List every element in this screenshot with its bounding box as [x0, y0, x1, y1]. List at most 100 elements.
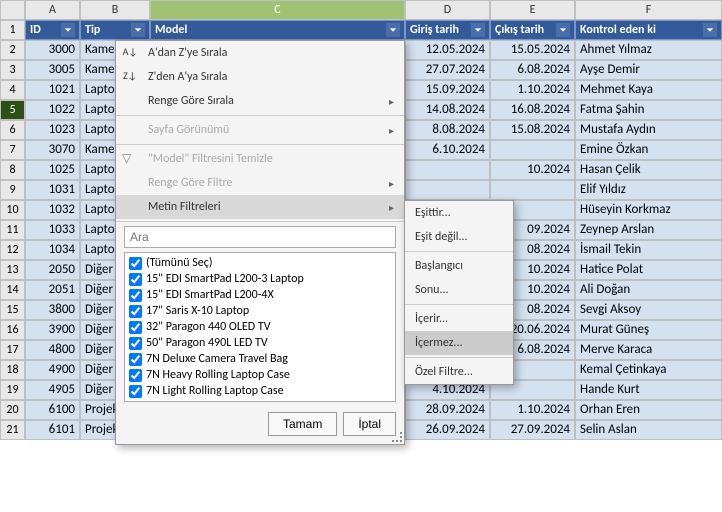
row-header[interactable]: 14 — [0, 280, 25, 300]
cell-out[interactable]: 1.10.2024 — [490, 80, 575, 100]
cell-id[interactable]: 1021 — [25, 80, 80, 100]
cell-who[interactable]: Ahmet Yılmaz — [575, 40, 722, 60]
column-header-id[interactable]: ID — [25, 20, 80, 40]
check-item[interactable]: 7N Light Rolling Laptop Case — [127, 383, 393, 399]
cell-id[interactable]: 4800 — [25, 340, 80, 360]
cell-who[interactable]: Merve Karaca — [575, 340, 722, 360]
cell-id[interactable]: 1032 — [25, 200, 80, 220]
cell-who[interactable]: İsmail Tekin — [575, 240, 722, 260]
row-header[interactable]: 6 — [0, 120, 25, 140]
row-header[interactable]: 16 — [0, 320, 25, 340]
cell-out[interactable]: 1.10.2024 — [490, 400, 575, 420]
row-header[interactable]: 10 — [0, 200, 25, 220]
menu-sort-az[interactable]: A↓A'dan Z'ye Sırala — [116, 41, 404, 65]
row-header[interactable]: 18 — [0, 360, 25, 380]
filter-dropdown-icon[interactable] — [131, 23, 145, 37]
cell-id[interactable]: 1031 — [25, 180, 80, 200]
col-letter-f[interactable]: F — [575, 0, 722, 20]
resize-handle-icon[interactable] — [392, 432, 402, 442]
ok-button[interactable]: Tamam — [268, 412, 337, 436]
cell-id[interactable]: 4900 — [25, 360, 80, 380]
row-header[interactable]: 1 — [0, 20, 25, 40]
row-header[interactable]: 5 — [0, 100, 25, 120]
cell-id[interactable]: 3900 — [25, 320, 80, 340]
cell-who[interactable]: Elif Yıldız — [575, 180, 722, 200]
cell-id[interactable]: 1033 — [25, 220, 80, 240]
menu-sort-za[interactable]: Z↓Z'den A'ya Sırala — [116, 65, 404, 89]
col-letter-d[interactable]: D — [405, 0, 490, 20]
column-header-tip[interactable]: Tip — [80, 20, 150, 40]
submenu-not-contains[interactable]: İçermez... — [405, 331, 513, 355]
cell-id[interactable]: 1022 — [25, 100, 80, 120]
checkbox[interactable] — [129, 289, 142, 302]
cancel-button[interactable]: İptal — [343, 412, 396, 436]
cell-who[interactable]: Sevgi Aksoy — [575, 300, 722, 320]
row-header[interactable]: 3 — [0, 60, 25, 80]
cell-out[interactable]: 15.08.2024 — [490, 120, 575, 140]
cell-in[interactable]: 28.09.2024 — [405, 400, 490, 420]
cell-id[interactable]: 3800 — [25, 300, 80, 320]
submenu-begins[interactable]: Başlangıcı — [405, 254, 513, 278]
cell-id[interactable]: 4905 — [25, 380, 80, 400]
checkbox[interactable] — [129, 273, 142, 286]
cell-in[interactable] — [405, 160, 490, 180]
cell-out[interactable] — [490, 140, 575, 160]
checkbox[interactable] — [129, 369, 142, 382]
check-item[interactable]: 7N Heavy Rolling Laptop Case — [127, 367, 393, 383]
checkbox[interactable] — [129, 385, 142, 398]
cell-who[interactable]: Fatma Şahin — [575, 100, 722, 120]
row-header[interactable]: 13 — [0, 260, 25, 280]
submenu-not-equal[interactable]: Eşit değil... — [405, 225, 513, 249]
check-item[interactable]: 50" Paragon 490L LED TV — [127, 335, 393, 351]
cell-who[interactable]: Zeynep Arslan — [575, 220, 722, 240]
column-header-model[interactable]: Model — [150, 20, 405, 40]
row-header[interactable]: 12 — [0, 240, 25, 260]
col-letter-e[interactable]: E — [490, 0, 575, 20]
row-header[interactable]: 7 — [0, 140, 25, 160]
cell-who[interactable]: Mehmet Kaya — [575, 80, 722, 100]
row-header[interactable]: 20 — [0, 400, 25, 420]
row-header[interactable]: 8 — [0, 160, 25, 180]
cell-who[interactable]: Hande Kurt — [575, 380, 722, 400]
check-select-all[interactable]: (Tümünü Seç) — [127, 255, 393, 271]
row-header[interactable]: 19 — [0, 380, 25, 400]
cell-id[interactable]: 1023 — [25, 120, 80, 140]
cell-id[interactable]: 3005 — [25, 60, 80, 80]
row-header[interactable]: 15 — [0, 300, 25, 320]
column-header-giriş-tarih[interactable]: Giriş tarih — [405, 20, 490, 40]
cell-id[interactable]: 2051 — [25, 280, 80, 300]
cell-in[interactable]: 14.08.2024 — [405, 100, 490, 120]
cell-in[interactable]: 8.08.2024 — [405, 120, 490, 140]
cell-id[interactable]: 3070 — [25, 140, 80, 160]
cell-in[interactable]: 15.09.2024 — [405, 80, 490, 100]
cell-id[interactable]: 6100 — [25, 400, 80, 420]
checkbox[interactable] — [129, 305, 142, 318]
cell-who[interactable]: Ali Doğan — [575, 280, 722, 300]
cell-out[interactable]: 6.08.2024 — [490, 60, 575, 80]
cell-who[interactable]: Murat Güneş — [575, 320, 722, 340]
filter-dropdown-icon[interactable] — [703, 23, 717, 37]
checkbox[interactable] — [129, 353, 142, 366]
cell-id[interactable]: 2050 — [25, 260, 80, 280]
cell-in[interactable]: 27.07.2024 — [405, 60, 490, 80]
cell-who[interactable]: Hatice Polat — [575, 260, 722, 280]
cell-who[interactable]: Orhan Eren — [575, 400, 722, 420]
cell-id[interactable]: 1025 — [25, 160, 80, 180]
check-item[interactable]: 17" Saris X-10 Laptop — [127, 303, 393, 319]
cell-out[interactable]: 27.09.2024 — [490, 420, 575, 440]
filter-check-list[interactable]: (Tümünü Seç) 15" EDI SmartPad L200-3 Lap… — [124, 252, 396, 402]
check-item[interactable]: 15" EDI SmartPad L200-3 Laptop — [127, 271, 393, 287]
cell-who[interactable]: Mustafa Aydın — [575, 120, 722, 140]
check-item[interactable]: 15" EDI SmartPad L200-4X — [127, 287, 393, 303]
check-item[interactable]: 7N Deluxe Camera Travel Bag — [127, 351, 393, 367]
cell-out[interactable]: 10.2024 — [490, 160, 575, 180]
submenu-ends[interactable]: Sonu... — [405, 278, 513, 302]
submenu-contains[interactable]: İçerir... — [405, 307, 513, 331]
cell-who[interactable]: Hüseyin Korkmaz — [575, 200, 722, 220]
submenu-equals[interactable]: Eşittir... — [405, 201, 513, 225]
cell-id[interactable]: 3000 — [25, 40, 80, 60]
cell-out[interactable]: 16.08.2024 — [490, 100, 575, 120]
row-header[interactable]: 2 — [0, 40, 25, 60]
col-letter-b[interactable]: B — [80, 0, 150, 20]
cell-who[interactable]: Selin Aslan — [575, 420, 722, 440]
